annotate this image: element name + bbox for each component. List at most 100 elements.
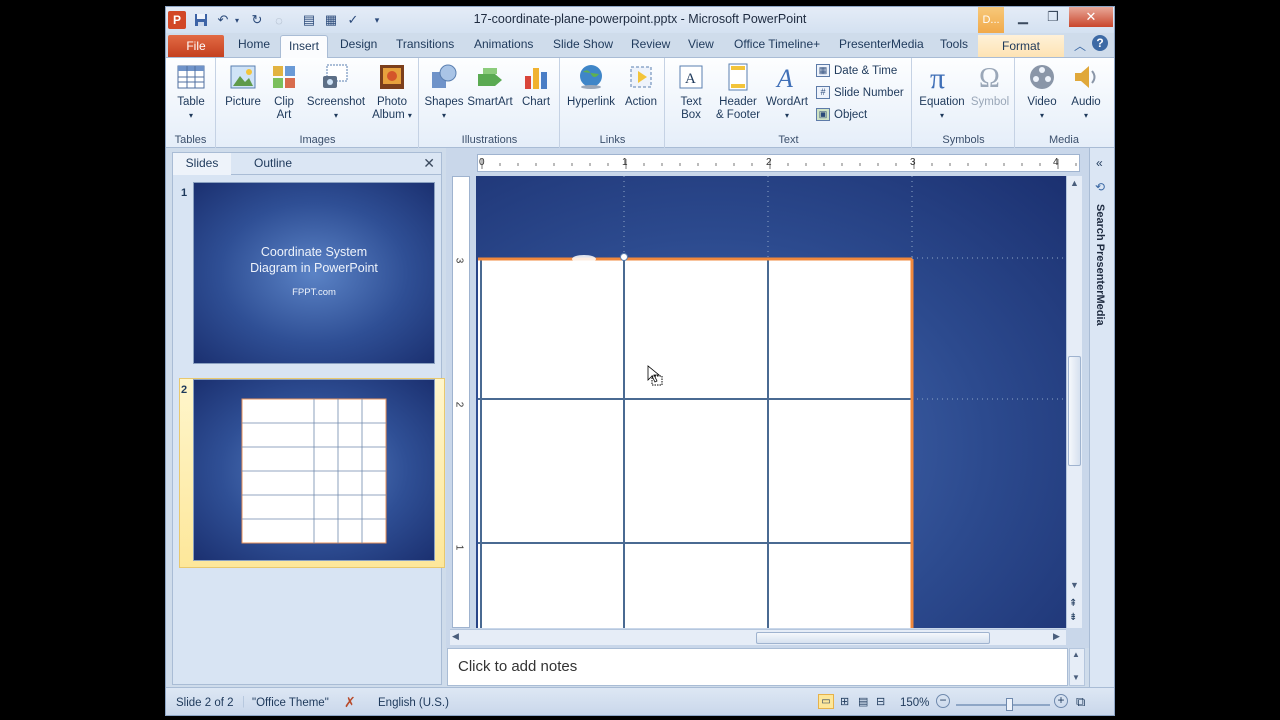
ruler-label-1: 1 — [622, 157, 628, 168]
slide-thumbnail-1[interactable]: Coordinate System Diagram in PowerPoint … — [193, 182, 435, 364]
minimize-ribbon-icon[interactable]: ︿ — [1074, 37, 1086, 54]
normal-view-icon[interactable]: ▭ — [818, 694, 834, 709]
tab-file[interactable]: File — [168, 35, 224, 57]
clip-art-button[interactable]: Clip Art — [267, 62, 301, 122]
tab-slides[interactable]: Slides — [173, 153, 231, 175]
reading-view-icon[interactable]: ▤ — [858, 695, 868, 708]
tab-transitions[interactable]: Transitions — [396, 37, 454, 51]
slide-canvas[interactable] — [476, 176, 1066, 628]
audio-label: Audio — [1071, 96, 1101, 108]
omega-icon: Ω — [979, 63, 1000, 92]
ribbon-insert: Table ▾ Tables Picture Clip Art Screensho… — [166, 57, 1114, 148]
status-bar: Slide 2 of 2 | "Office Theme" ✗ English … — [166, 687, 1114, 715]
text-box-button[interactable]: A Text Box — [668, 62, 714, 122]
language-indicator[interactable]: English (U.S.) — [378, 697, 449, 709]
status-divider: | — [242, 696, 245, 708]
tab-insert[interactable]: Insert — [280, 35, 328, 58]
maximize-button[interactable]: ❐ — [1038, 7, 1068, 27]
group-label-media: Media — [1049, 134, 1079, 146]
help-icon[interactable]: ? — [1092, 35, 1108, 51]
smartart-icon — [478, 68, 502, 86]
shapes-button[interactable]: Shapes ▾ — [422, 62, 466, 122]
notes-pane[interactable]: Click to add notes — [447, 648, 1068, 686]
hyperlink-button[interactable]: Hyperlink — [563, 62, 619, 109]
minimize-button[interactable]: ▁ — [1008, 7, 1038, 27]
tab-view[interactable]: View — [688, 37, 714, 51]
scroll-up-icon[interactable]: ▲ — [1070, 178, 1079, 188]
zoom-slider-thumb[interactable] — [1006, 698, 1013, 711]
tab-review[interactable]: Review — [631, 37, 670, 51]
group-label-text: Text — [778, 134, 799, 146]
object-button[interactable]: ▣ Object — [816, 108, 867, 121]
scroll-left-icon[interactable]: ◀ — [452, 631, 459, 642]
notes-scroll-down-icon[interactable]: ▼ — [1072, 673, 1080, 682]
group-label-images: Images — [299, 134, 336, 146]
header-footer-button[interactable]: Header & Footer — [714, 62, 762, 122]
chart-label: Chart — [521, 96, 551, 108]
vertical-ruler: 3 2 1 — [452, 176, 470, 628]
notes-scrollbar[interactable]: ▲ ▼ — [1069, 648, 1085, 686]
slide-number-button[interactable]: # Slide Number — [816, 86, 904, 99]
video-label: Video — [1027, 96, 1057, 108]
close-pane-icon[interactable]: ✕ — [423, 155, 435, 172]
screenshot-button[interactable]: Screenshot ▾ — [305, 62, 367, 122]
tab-office-timeline[interactable]: Office Timeline+ — [734, 37, 820, 51]
search-presentermedia-label[interactable]: Search PresenterMedia — [1094, 204, 1106, 326]
zoom-out-icon[interactable]: − — [936, 694, 950, 708]
zoom-slider-track[interactable] — [956, 704, 1050, 706]
tab-format[interactable]: Format — [978, 35, 1064, 57]
zoom-level[interactable]: 150% — [900, 697, 929, 709]
thumb2-grid — [241, 398, 387, 544]
spell-check-icon[interactable]: ✗ — [344, 694, 356, 711]
table-button[interactable]: Table ▾ — [170, 62, 212, 122]
video-button[interactable]: Video ▾ — [1020, 62, 1064, 122]
thumb1-title-line2: Diagram in PowerPoint — [250, 261, 378, 275]
scroll-down-icon[interactable]: ▼ — [1070, 580, 1079, 590]
horizontal-scroll-thumb[interactable] — [756, 632, 990, 644]
tab-outline[interactable]: Outline — [243, 153, 303, 175]
svg-text:A: A — [685, 71, 696, 87]
film-reel-icon — [1030, 65, 1054, 89]
fit-to-window-icon[interactable]: ⧉ — [1076, 694, 1085, 710]
tab-home[interactable]: Home — [238, 37, 270, 51]
theme-name[interactable]: "Office Theme" — [252, 697, 329, 709]
tab-animations[interactable]: Animations — [474, 37, 533, 51]
zoom-in-icon[interactable]: + — [1054, 694, 1068, 708]
audio-button[interactable]: Audio ▾ — [1064, 62, 1108, 122]
action-button[interactable]: Action — [619, 62, 663, 109]
chart-button[interactable]: Chart — [516, 62, 556, 109]
scroll-right-icon[interactable]: ▶ — [1053, 631, 1060, 642]
tab-design[interactable]: Design — [340, 37, 377, 51]
hyperlink-label: Hyperlink — [567, 96, 615, 108]
speaker-icon — [1075, 66, 1096, 88]
notes-scroll-up-icon[interactable]: ▲ — [1072, 650, 1080, 659]
wordart-button[interactable]: A WordArt ▾ — [762, 62, 812, 122]
header-footer-icon — [728, 63, 748, 91]
shapes-label: Shapes — [424, 96, 464, 108]
presentermedia-logo-icon: ⟲ — [1095, 180, 1106, 194]
photo-album-icon — [380, 65, 404, 89]
photo-album-button[interactable]: Photo Album ▾ — [367, 62, 417, 122]
slide-sorter-icon[interactable]: ⊞ — [840, 695, 849, 708]
vertical-scrollbar[interactable]: ▲ ▼ ⇞ ⇟ — [1066, 176, 1082, 628]
tab-presentermedia[interactable]: PresenterMedia — [839, 37, 924, 51]
smartart-button[interactable]: SmartArt — [466, 62, 514, 109]
slide-show-icon[interactable]: ⊟ — [876, 695, 885, 708]
expand-panel-icon[interactable]: « — [1096, 156, 1103, 170]
slide-thumbnail-2[interactable] — [193, 379, 435, 561]
previous-slide-icon[interactable]: ⇞ — [1069, 598, 1077, 609]
equation-button[interactable]: π Equation ▾ — [915, 62, 969, 122]
date-time-button[interactable]: ▦ Date & Time — [816, 64, 897, 77]
vertical-scroll-thumb[interactable] — [1068, 356, 1081, 466]
notes-placeholder[interactable]: Click to add notes — [458, 658, 577, 675]
tab-slide-show[interactable]: Slide Show — [553, 37, 613, 51]
picture-button[interactable]: Picture — [221, 62, 265, 109]
close-button[interactable]: ✕ — [1069, 7, 1113, 27]
coordinate-grid-table[interactable] — [476, 176, 1066, 628]
tab-tools[interactable]: Tools — [940, 37, 968, 51]
horizontal-scrollbar[interactable]: ◀ ▶ — [450, 629, 1066, 645]
symbol-button[interactable]: Ω Symbol — [967, 62, 1013, 109]
group-symbols: π Equation ▾ Ω Symbol Symbols — [913, 58, 1015, 148]
next-slide-icon[interactable]: ⇟ — [1069, 612, 1077, 623]
equation-label: Equation — [919, 96, 965, 108]
